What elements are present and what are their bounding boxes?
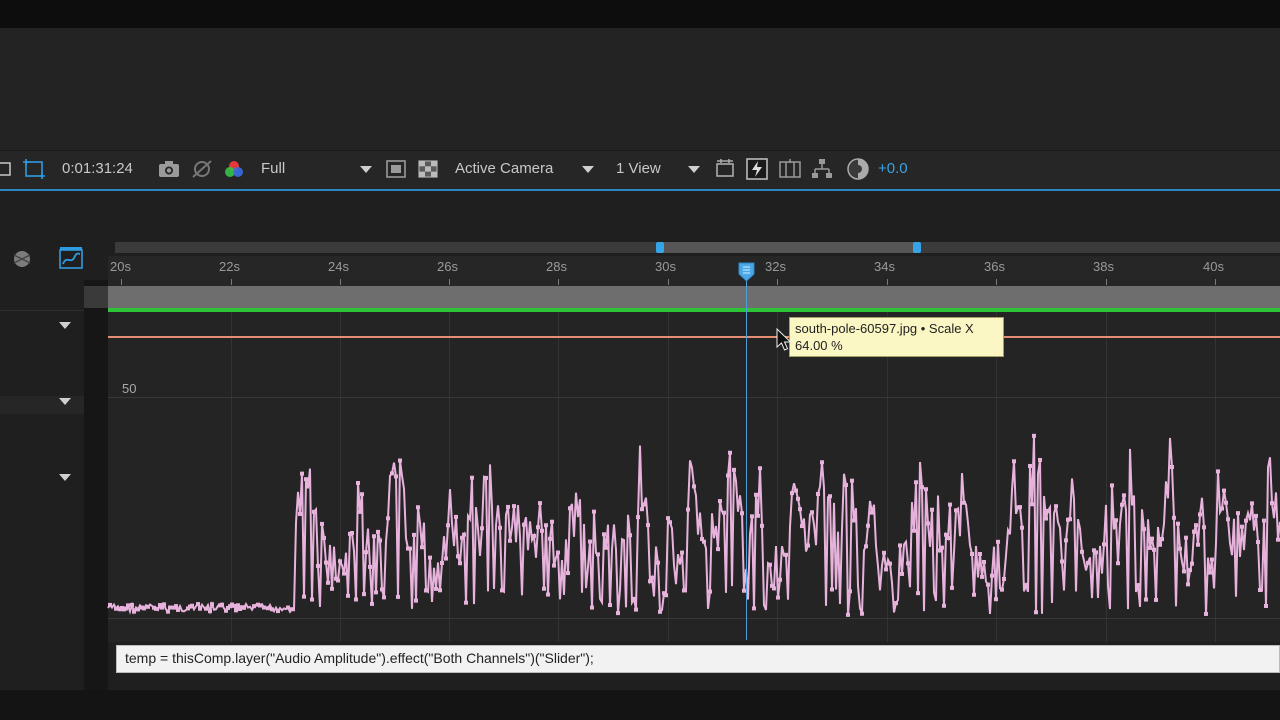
time-navigator-end-handle[interactable] [913,242,921,253]
tick-label: 26s [437,259,458,274]
ruler-tick [996,279,997,285]
time-navigator-range[interactable] [660,242,918,253]
grid-line [108,618,1280,619]
tick-label: 34s [874,259,895,274]
ruler-tick [121,279,122,285]
reset-exposure-icon[interactable] [846,157,870,181]
rgb-channel-icon[interactable] [222,158,246,180]
panel-divider [84,280,108,690]
fast-previews-icon[interactable] [385,159,407,179]
region-of-interest-icon[interactable] [0,160,14,178]
ruler-tick [449,279,450,285]
grid-line [449,312,450,642]
mouse-cursor-icon [776,327,792,357]
resolution-select[interactable]: Full [261,160,285,177]
tooltip-layer-property: south-pole-60597.jpg • Scale X [795,321,974,336]
grid-line [231,312,232,642]
tick-label: 40s [1203,259,1224,274]
tooltip-value: 64.00 % [795,338,843,353]
tick-label: 20s [110,259,131,274]
ruler-tick [1215,279,1216,285]
ruler-tick [231,279,232,285]
motion-blur-icon[interactable] [10,247,34,271]
grid-line [558,312,559,642]
flowchart-icon[interactable] [810,158,834,180]
grid-line [668,312,669,642]
property-expand-toggle-icon[interactable] [59,398,71,405]
timecode[interactable]: 0:01:31:24 [62,160,133,177]
grid-line [340,312,341,642]
property-row [0,396,84,414]
graph-editor-icon[interactable] [58,246,84,272]
tick-label: 36s [984,259,1005,274]
fast-preview-lightning-icon[interactable] [745,157,769,181]
resolution-dropdown-icon[interactable] [360,166,372,173]
toggle-transparency-grid-icon[interactable] [417,159,439,179]
grid-line [1106,312,1107,642]
bottom-bar [0,690,1280,720]
layer-expand-toggle-icon[interactable] [59,322,71,329]
graph-editor[interactable] [108,312,1280,642]
top-bar [0,0,1280,28]
expression-text[interactable]: temp = thisComp.layer("Audio Amplitude")… [125,650,594,666]
transparency-grid-icon[interactable] [22,158,46,180]
grid-line [887,312,888,642]
time-navigator-start-handle[interactable] [656,242,664,253]
tick-label: 38s [1093,259,1114,274]
work-area-bar[interactable] [108,286,1280,308]
tick-label: 28s [546,259,567,274]
ruler-tick [668,279,669,285]
current-time-indicator[interactable] [738,262,755,287]
current-time-indicator-line[interactable] [746,270,747,640]
camera-snapshot-icon[interactable] [158,159,180,179]
layer-row-divider [0,310,84,311]
tick-label: 24s [328,259,349,274]
grid-line [1215,312,1216,642]
exposure-value[interactable]: +0.0 [878,160,908,177]
ruler-tick [1106,279,1107,285]
camera-select[interactable]: Active Camera [455,160,553,177]
tick-label: 32s [765,259,786,274]
grid-line [777,312,778,642]
graph-value-label: 50 [122,381,137,396]
composition-viewer [0,28,1280,150]
toggle-pixel-aspect-icon[interactable] [714,158,736,180]
timeline-icon[interactable] [778,158,802,180]
tick-label: 30s [655,259,676,274]
view-layout-select[interactable]: 1 View [616,160,661,177]
ruler-tick [777,279,778,285]
grid-line [996,312,997,642]
grid-line [108,397,1280,398]
ruler-tick [558,279,559,285]
tick-label: 22s [219,259,240,274]
effect-expand-toggle-icon[interactable] [59,474,71,481]
show-snapshot-icon[interactable] [190,158,214,180]
scale-x-curve[interactable] [108,336,1280,338]
work-area-gutter [84,286,108,308]
view-layout-dropdown-icon[interactable] [688,166,700,173]
value-tooltip: south-pole-60597.jpg • Scale X 64.00 % [789,317,1004,357]
ruler-tick [887,279,888,285]
camera-dropdown-icon[interactable] [582,166,594,173]
ruler-tick [340,279,341,285]
